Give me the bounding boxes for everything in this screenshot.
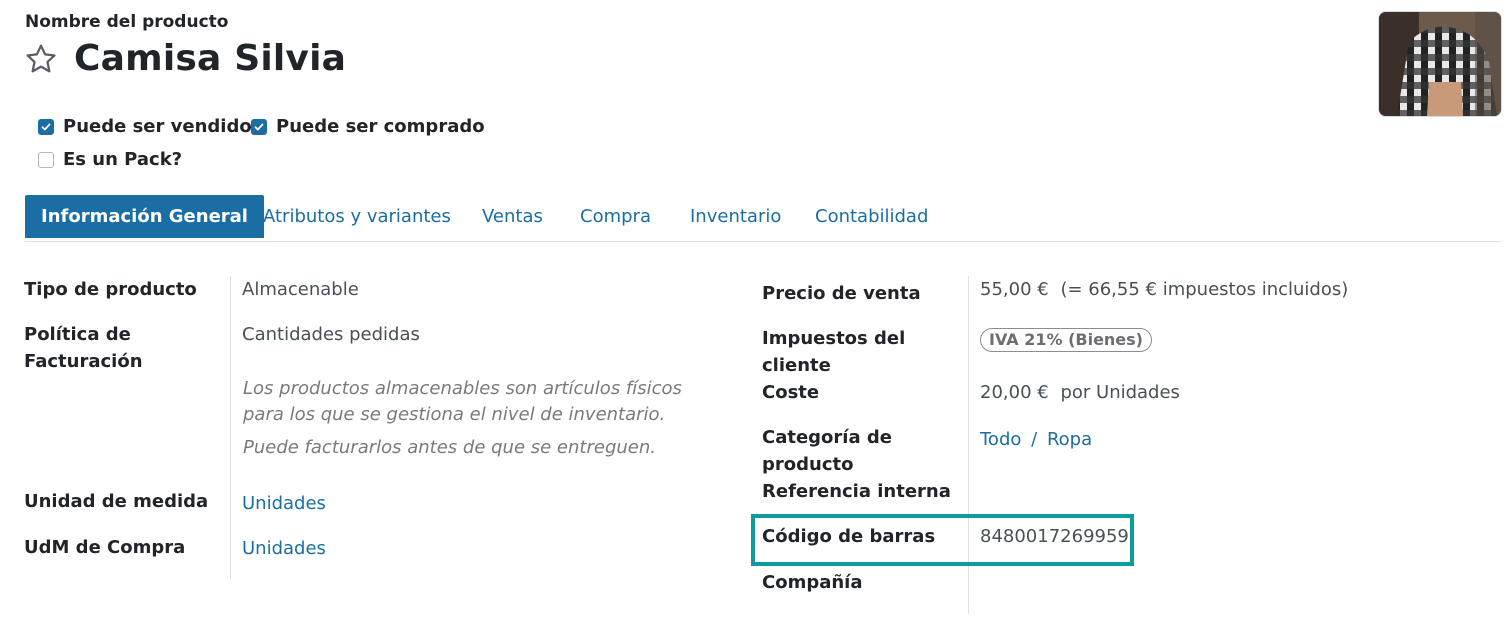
category-value-link[interactable]: Todo / Ropa	[980, 426, 1092, 453]
checkbox-label: Es un Pack?	[63, 149, 183, 170]
sales-price-value-group: 55,00 € (= 66,55 € impuestos incluidos)	[980, 276, 1348, 303]
category-label-line2: producto	[762, 454, 854, 475]
checkbox-checked-icon[interactable]	[38, 118, 54, 135]
purchase-uom-label: UdM de Compra	[24, 537, 186, 558]
tab-purchase[interactable]: Compra	[580, 195, 651, 238]
tab-general-information[interactable]: Información General	[25, 195, 264, 238]
product-type-help-line2: para los que se gestiona el nivel de inv…	[243, 404, 666, 425]
product-type-label: Tipo de producto	[24, 279, 197, 300]
checkbox-label: Puede ser comprado	[276, 116, 485, 137]
cost-value[interactable]: 20,00 €	[980, 382, 1049, 403]
checkbox-is-pack[interactable]: Es un Pack?	[38, 149, 182, 170]
notebook-tabs: Información General Atributos y variante…	[25, 195, 1501, 242]
category-part-all[interactable]: Todo	[980, 429, 1021, 450]
sales-price-value[interactable]: 55,00 €	[980, 279, 1049, 300]
product-image[interactable]	[1378, 11, 1502, 117]
cost-unit: por Unidades	[1060, 382, 1180, 403]
barcode-highlight-box	[751, 514, 1134, 566]
checkbox-checked-icon[interactable]	[251, 118, 267, 135]
company-label: Compañía	[762, 572, 863, 593]
product-type-help-line1: Los productos almacenables son artículos…	[243, 378, 682, 399]
purchase-uom-value-link[interactable]: Unidades	[242, 535, 326, 562]
internal-reference-label: Referencia interna	[762, 481, 951, 502]
category-part-clothes[interactable]: Ropa	[1047, 429, 1092, 450]
left-column-separator	[230, 276, 231, 579]
checkbox-label: Puede ser vendido	[63, 116, 252, 137]
tax-included-info: (= 66,55 € impuestos incluidos)	[1060, 279, 1349, 300]
category-label-line1: Categoría de	[762, 427, 892, 448]
customer-taxes-label-line2: cliente	[762, 355, 831, 376]
cost-label: Coste	[762, 382, 820, 403]
uom-label: Unidad de medida	[24, 491, 209, 512]
tab-inventory[interactable]: Inventario	[690, 195, 781, 238]
checkbox-can-be-purchased[interactable]: Puede ser comprado	[251, 116, 485, 137]
invoicing-policy-label-line1: Política de	[24, 324, 131, 345]
customer-taxes-field[interactable]: IVA 21% (Bienes)	[980, 328, 1152, 352]
tab-accounting[interactable]: Contabilidad	[815, 195, 928, 238]
invoicing-policy-value[interactable]: Cantidades pedidas	[242, 321, 420, 348]
customer-taxes-label-line1: Impuestos del	[762, 328, 906, 349]
star-outline-icon[interactable]	[24, 42, 58, 76]
tab-sales[interactable]: Ventas	[482, 195, 543, 238]
invoicing-help-text: Puede facturarlos antes de que se entreg…	[243, 437, 656, 458]
product-name-label: Nombre del producto	[25, 12, 229, 32]
uom-value-link[interactable]: Unidades	[242, 490, 326, 517]
product-photo-graphic	[1379, 12, 1501, 116]
product-type-value[interactable]: Almacenable	[242, 276, 359, 303]
product-title[interactable]: Camisa Silvia	[74, 38, 346, 79]
category-separator: /	[1031, 429, 1038, 450]
tab-attributes-variants[interactable]: Atributos y variantes	[263, 195, 451, 238]
tax-badge[interactable]: IVA 21% (Bienes)	[980, 328, 1152, 352]
sales-price-label: Precio de venta	[762, 283, 921, 304]
title-row: Camisa Silvia	[24, 38, 346, 79]
invoicing-policy-label-line2: Facturación	[24, 351, 143, 372]
checkbox-unchecked-icon[interactable]	[38, 151, 54, 168]
checkbox-can-be-sold[interactable]: Puede ser vendido	[38, 116, 252, 137]
cost-value-group: 20,00 € por Unidades	[980, 379, 1180, 406]
